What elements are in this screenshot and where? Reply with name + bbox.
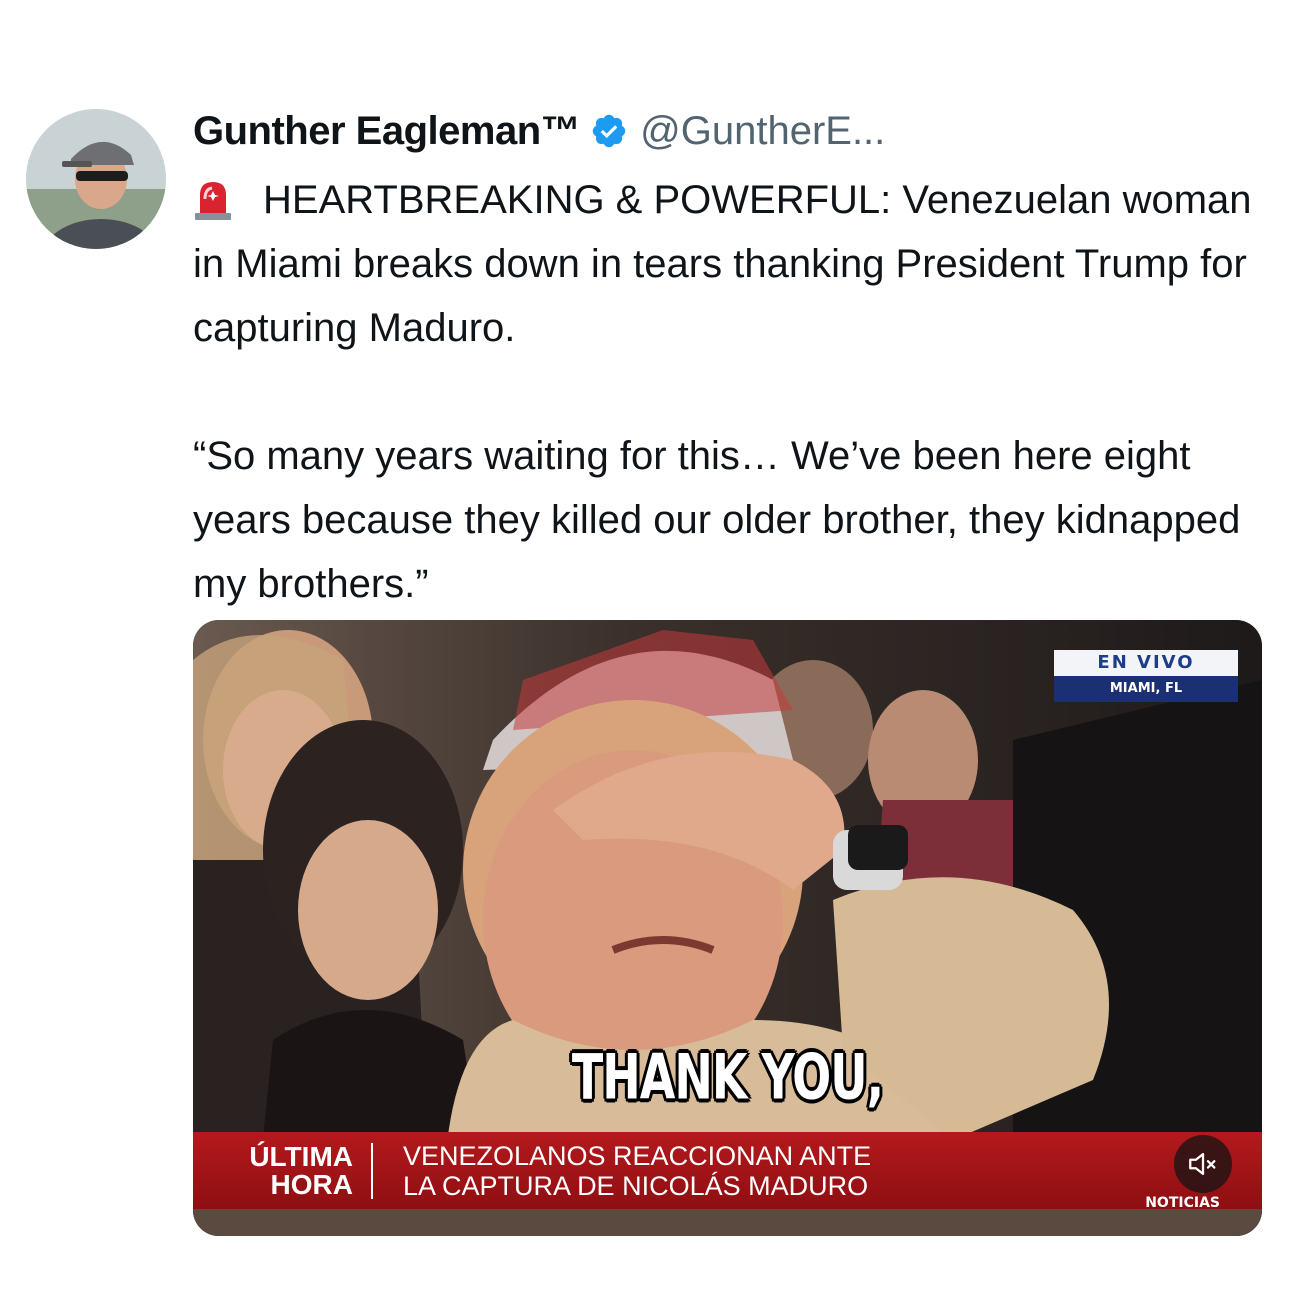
live-label: EN VIVO [1054,650,1238,676]
video-bottom-strip [193,1209,1262,1236]
tweet-body: HEARTBREAKING & POWERFUL: Venezuelan wom… [193,168,1273,616]
video-player[interactable]: EN VIVO MIAMI, FL THANK YOU, ÚLTIMA HORA… [193,620,1262,1236]
breaking-tag-line-1: ÚLTIMA [249,1140,353,1172]
live-badge: EN VIVO MIAMI, FL [1054,650,1238,702]
rotating-light-icon [193,176,233,220]
avatar-photo [26,109,166,249]
author-handle[interactable]: @GuntherE... [640,109,885,154]
verified-badge-icon [590,112,628,150]
breaking-tag-line-2: HORA [270,1168,353,1200]
video-caption: THANK YOU, [571,1040,884,1114]
location-label: MIAMI, FL [1054,676,1238,702]
author-avatar[interactable] [26,109,166,249]
tweet-paragraph-1: HEARTBREAKING & POWERFUL: Venezuelan wom… [193,168,1273,360]
channel-brand: NOTICIAS [1145,1195,1220,1211]
tweet-text-paragraph-2: “So many years waiting for this… We’ve b… [193,434,1241,606]
headline-line-1: VENEZOLANOS REACCIONAN ANTE [403,1140,872,1171]
breaking-tag: ÚLTIMA HORA [193,1140,371,1200]
mute-button[interactable] [1174,1135,1232,1193]
mute-icon [1189,1152,1216,1176]
lower-third-banner: ÚLTIMA HORA VENEZOLANOS REACCIONAN ANTE … [193,1132,1262,1209]
tweet-header: Gunther Eagleman™ @GuntherE... [193,106,885,156]
author-display-name[interactable]: Gunther Eagleman™ [193,109,581,154]
tweet-text-paragraph-1: HEARTBREAKING & POWERFUL: Venezuelan wom… [193,178,1252,350]
headline-line-2: LA CAPTURA DE NICOLÁS MADURO [403,1170,869,1201]
banner-headline: VENEZOLANOS REACCIONAN ANTE LA CAPTURA D… [373,1141,871,1201]
